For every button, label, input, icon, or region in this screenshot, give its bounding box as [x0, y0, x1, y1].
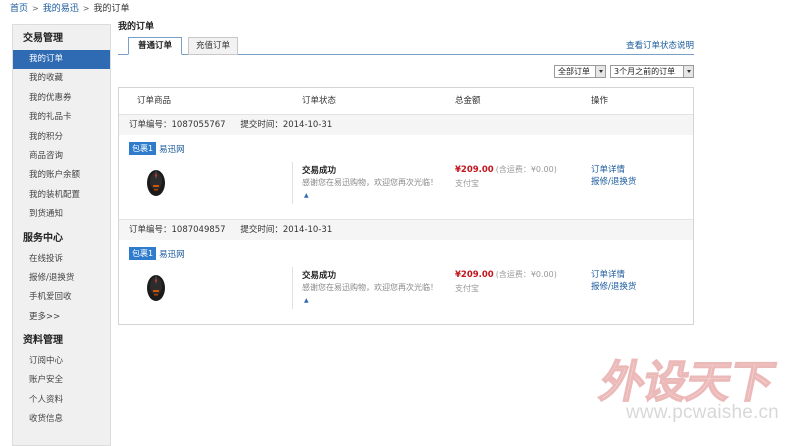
- order-time: 2014-10-31: [282, 225, 333, 235]
- order-period-select[interactable]: 3个月之前的订单: [610, 65, 694, 78]
- breadcrumb-separator: >: [32, 4, 39, 13]
- sidebar-section-title-trade: 交易管理: [23, 33, 63, 44]
- chevron-down-icon: [595, 66, 605, 77]
- order-status-title: 交易成功: [302, 271, 337, 281]
- order-status-desc-text: 感谢您在易迅购物，欢迎您再次光临！: [302, 283, 438, 292]
- order-amount: ¥209.00 (含运费：¥0.00) 支付宝: [455, 269, 557, 294]
- sidebar-item-favorites[interactable]: 我的收藏: [13, 69, 110, 88]
- product-image-mouse[interactable]: [145, 272, 167, 302]
- order-price: ¥209.00: [455, 165, 494, 175]
- orders-table-header: 订单商品 订单状态 总金额 操作: [119, 88, 693, 115]
- triangle-up-icon[interactable]: ▲: [304, 297, 309, 304]
- product-image-mouse[interactable]: [145, 167, 167, 197]
- order-tabs: 普通订单 充值订单 查看订单状态说明: [118, 37, 694, 55]
- triangle-up-icon[interactable]: ▲: [304, 192, 309, 199]
- order-filters: 全部订单 3个月之前的订单: [554, 65, 694, 78]
- order-amount: ¥209.00 (含运费：¥0.00) 支付宝: [455, 164, 557, 189]
- sidebar-item-pc-config[interactable]: 我的装机配置: [13, 186, 110, 205]
- sidebar-section-title-profile: 资料管理: [23, 335, 63, 347]
- order-number-label: 订单编号：: [129, 225, 172, 235]
- order-details-link[interactable]: 订单详情: [591, 164, 636, 176]
- chevron-down-icon: [683, 66, 693, 77]
- order-time-label: 提交时间：: [240, 225, 283, 235]
- order-actions: 订单详情 报修/退换货: [591, 269, 636, 293]
- order-row: 订单编号：1087049857 提交时间：2014-10-31 包裹1 易迅网 …: [119, 220, 693, 325]
- watermark: 外设天下 www.pcwaishe.cn: [595, 346, 800, 442]
- order-number: 1087049857: [171, 225, 226, 235]
- sidebar-item-repair-return[interactable]: 报修/退换货: [13, 269, 110, 288]
- breadcrumb-separator: >: [82, 4, 90, 13]
- sidebar: 交易管理 我的订单 我的收藏 我的优惠券 我的礼品卡 我的积分 商品咨询 我的账…: [12, 24, 111, 446]
- sidebar-item-account-security[interactable]: 账户安全: [13, 371, 110, 390]
- store-link[interactable]: 易迅网: [159, 248, 185, 260]
- order-time-label: 提交时间：: [240, 120, 283, 130]
- sidebar-item-shipping-info[interactable]: 收货信息: [13, 410, 110, 429]
- order-payment-method: 支付宝: [455, 179, 479, 188]
- order-number: 1087055767: [171, 120, 226, 130]
- breadcrumb: 首页 > 我的易迅 > 我的订单: [10, 2, 129, 16]
- order-status-desc: 感谢您在易迅购物，欢迎您再次光临！ ▲: [302, 282, 442, 307]
- sidebar-item-account-balance[interactable]: 我的账户余额: [13, 166, 110, 185]
- sidebar-item-gift-cards[interactable]: 我的礼品卡: [13, 108, 110, 127]
- order-time: 2014-10-31: [282, 120, 333, 130]
- orders-table: 订单商品 订单状态 总金额 操作 订单编号：1087055767 提交时间：20…: [118, 87, 694, 325]
- column-header-status: 订单状态: [302, 96, 337, 106]
- store-link[interactable]: 易迅网: [159, 143, 185, 155]
- sidebar-item-coupons[interactable]: 我的优惠券: [13, 89, 110, 108]
- package-badge: 包裹1: [129, 142, 157, 155]
- order-status-select-value: 全部订单: [558, 67, 590, 76]
- sidebar-item-product-inquiry[interactable]: 商品咨询: [13, 147, 110, 166]
- page-title: 我的订单: [118, 22, 155, 32]
- order-period-select-value: 3个月之前的订单: [614, 67, 676, 76]
- column-header-amount: 总金额: [455, 96, 481, 106]
- sidebar-item-subscriptions[interactable]: 订阅中心: [13, 352, 110, 371]
- order-meta: 订单编号：1087055767 提交时间：2014-10-31: [119, 115, 693, 135]
- order-details-link[interactable]: 订单详情: [591, 269, 636, 281]
- sidebar-item-complaint[interactable]: 在线投诉: [13, 250, 110, 269]
- sidebar-item-personal-info[interactable]: 个人资料: [13, 391, 110, 410]
- tab-recharge-orders[interactable]: 充值订单: [188, 37, 238, 55]
- breadcrumb-home-link[interactable]: 首页: [10, 4, 28, 14]
- order-row: 订单编号：1087055767 提交时间：2014-10-31 包裹1 易迅网 …: [119, 115, 693, 220]
- order-shipping: (含运费：¥0.00): [495, 165, 557, 174]
- breadcrumb-current: 我的订单: [93, 4, 130, 14]
- order-status-title: 交易成功: [302, 166, 337, 176]
- order-status: 交易成功 感谢您在易迅购物，欢迎您再次光临！ ▲: [302, 164, 442, 202]
- order-meta: 订单编号：1087049857 提交时间：2014-10-31: [119, 220, 693, 240]
- order-status-help-link[interactable]: 查看订单状态说明: [626, 39, 694, 51]
- order-shipping: (含运费：¥0.00): [495, 270, 557, 279]
- order-status-select[interactable]: 全部订单: [554, 65, 606, 78]
- order-price: ¥209.00: [455, 270, 494, 280]
- sidebar-section-title-service: 服务中心: [23, 232, 63, 244]
- order-number-label: 订单编号：: [129, 120, 172, 130]
- sidebar-item-my-orders[interactable]: 我的订单: [13, 50, 110, 70]
- breadcrumb-my-yixun-link[interactable]: 我的易迅: [43, 4, 79, 14]
- repair-return-link[interactable]: 报修/退换货: [591, 281, 636, 293]
- column-header-products: 订单商品: [137, 96, 172, 106]
- main-content: 我的订单 普通订单 充值订单 查看订单状态说明 全部订单 3个月之前的订单 订单…: [118, 20, 694, 325]
- order-status-desc: 感谢您在易迅购物，欢迎您再次光临！ ▲: [302, 177, 442, 202]
- sidebar-item-points[interactable]: 我的积分: [13, 128, 110, 147]
- repair-return-link[interactable]: 报修/退换货: [591, 176, 636, 188]
- watermark-url: www.pcwaishe.cn: [626, 402, 779, 423]
- order-status: 交易成功 感谢您在易迅购物，欢迎您再次光临！ ▲: [302, 269, 442, 307]
- sidebar-item-arrival-notice[interactable]: 到货通知: [13, 205, 110, 224]
- package-label: 包裹1 易迅网: [129, 247, 185, 260]
- order-actions: 订单详情 报修/退换货: [591, 164, 636, 188]
- watermark-logo-text: 外设天下: [595, 356, 779, 409]
- column-divider: [292, 162, 293, 204]
- package-badge: 包裹1: [129, 247, 157, 260]
- order-payment-method: 支付宝: [455, 284, 479, 293]
- column-divider: [292, 267, 293, 309]
- column-header-actions: 操作: [591, 96, 609, 106]
- sidebar-item-phone-recycle[interactable]: 手机爱回收: [13, 288, 110, 307]
- sidebar-item-more[interactable]: 更多>>: [13, 308, 110, 327]
- package-label: 包裹1 易迅网: [129, 142, 185, 155]
- tab-normal-orders[interactable]: 普通订单: [128, 37, 182, 55]
- order-status-desc-text: 感谢您在易迅购物，欢迎您再次光临！: [302, 178, 438, 187]
